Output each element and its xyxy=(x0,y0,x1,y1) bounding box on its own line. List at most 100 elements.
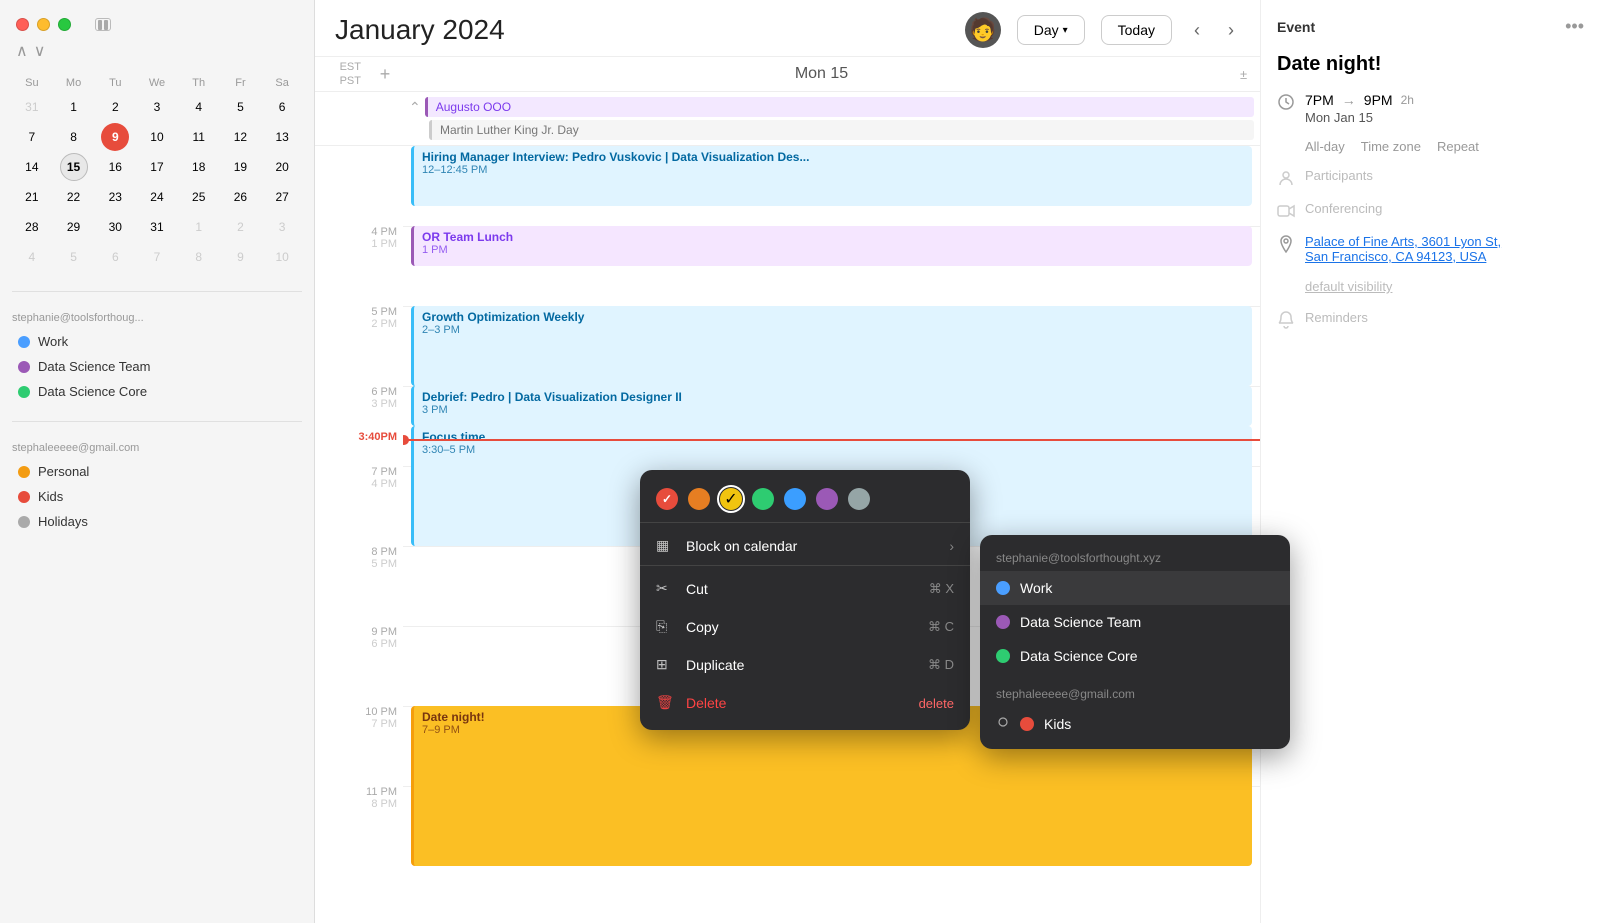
mini-cal-day[interactable]: 13 xyxy=(268,123,296,151)
color-purple[interactable] xyxy=(816,488,838,510)
mini-cal-day[interactable]: 20 xyxy=(268,153,296,181)
ds-core-submenu-label: Data Science Core xyxy=(1020,648,1138,664)
mini-cal-day[interactable]: 6 xyxy=(101,243,129,271)
submenu-kids-item[interactable]: Kids xyxy=(980,707,1290,741)
sidebar-item-holidays[interactable]: Holidays xyxy=(12,510,302,533)
mini-cal-day[interactable]: 3 xyxy=(268,213,296,241)
next-day-button[interactable]: › xyxy=(1222,16,1240,45)
mini-cal-day[interactable]: 1 xyxy=(60,93,88,121)
next-month-button[interactable]: ∨ xyxy=(34,41,46,61)
mini-cal-day[interactable]: 16 xyxy=(101,153,129,181)
mini-cal-day[interactable]: 9 xyxy=(226,243,254,271)
sidebar-item-kids[interactable]: Kids xyxy=(12,485,302,508)
color-gray[interactable] xyxy=(848,488,870,510)
color-orange[interactable] xyxy=(688,488,710,510)
color-green[interactable] xyxy=(752,488,774,510)
delete-item[interactable]: 🗑 Delete delete xyxy=(640,684,970,722)
mini-cal-day[interactable]: 12 xyxy=(226,123,254,151)
mini-cal-day[interactable]: 14 xyxy=(18,153,46,181)
timezone-button[interactable]: Time zone xyxy=(1361,139,1421,154)
mini-cal-day[interactable]: 6 xyxy=(268,93,296,121)
event-panel-label: Event xyxy=(1277,19,1315,35)
mini-cal-day[interactable]: 26 xyxy=(226,183,254,211)
collapse-allday-button[interactable]: ⌃ xyxy=(409,99,421,116)
submenu-ds-team-item[interactable]: Data Science Team xyxy=(980,605,1290,639)
color-blue[interactable] xyxy=(784,488,806,510)
mini-cal-day[interactable]: 31 xyxy=(18,93,46,121)
mini-cal-day[interactable]: 21 xyxy=(18,183,46,211)
mini-cal-day[interactable]: 4 xyxy=(18,243,46,271)
mini-cal-day[interactable]: 23 xyxy=(101,183,129,211)
mini-cal-day[interactable]: 7 xyxy=(18,123,46,151)
color-yellow[interactable]: ✓ xyxy=(720,488,742,510)
cut-item[interactable]: ✂ Cut ⌘ X xyxy=(640,570,970,608)
mini-cal-day[interactable]: 5 xyxy=(60,243,88,271)
mini-cal-day[interactable]: 25 xyxy=(185,183,213,211)
mini-cal-day[interactable]: 24 xyxy=(143,183,171,211)
copy-label: Copy xyxy=(686,619,719,635)
copy-item[interactable]: ⎘ Copy ⌘ C xyxy=(640,608,970,646)
mini-cal-day[interactable]: 2 xyxy=(226,213,254,241)
event-address-2[interactable]: San Francisco, CA 94123, USA xyxy=(1305,249,1501,264)
adjust-icon[interactable]: ± xyxy=(1240,67,1247,82)
mini-cal-day[interactable]: 27 xyxy=(268,183,296,211)
day-header-sa: Sa xyxy=(262,75,302,91)
mini-cal-day[interactable]: 18 xyxy=(185,153,213,181)
event-block[interactable]: Growth Optimization Weekly2–3 PM xyxy=(411,306,1252,386)
sidebar-item-personal[interactable]: Personal xyxy=(12,460,302,483)
close-button[interactable] xyxy=(16,18,29,31)
mini-cal-day-today[interactable]: 9 xyxy=(101,123,129,151)
mini-cal-day[interactable]: 1 xyxy=(185,213,213,241)
allday-toggle[interactable]: All-day xyxy=(1305,139,1345,154)
default-visibility-button[interactable]: default visibility xyxy=(1305,279,1392,294)
mini-cal-day[interactable]: 10 xyxy=(143,123,171,151)
mini-cal-day[interactable]: 30 xyxy=(101,213,129,241)
duplicate-item[interactable]: ⊞ Duplicate ⌘ D xyxy=(640,646,970,684)
avatar[interactable]: 🧑 xyxy=(965,12,1001,48)
sidebar-item-work[interactable]: Work xyxy=(12,330,302,353)
event-block[interactable]: Hiring Manager Interview: Pedro Vuskovic… xyxy=(411,146,1252,206)
mlk-day-event[interactable]: Martin Luther King Jr. Day xyxy=(429,120,1254,140)
event-block[interactable]: Debrief: Pedro | Data Visualization Desi… xyxy=(411,386,1252,426)
sidebar-item-ds-core[interactable]: Data Science Core xyxy=(12,380,302,403)
event-block[interactable]: OR Team Lunch1 PM xyxy=(411,226,1252,266)
repeat-button[interactable]: Repeat xyxy=(1437,139,1479,154)
mini-cal-day-selected[interactable]: 15 xyxy=(60,153,88,181)
block-on-calendar-item[interactable]: ▦ Block on calendar › xyxy=(640,527,970,565)
mini-cal-day[interactable]: 7 xyxy=(143,243,171,271)
mini-cal-day[interactable]: 5 xyxy=(226,93,254,121)
today-button[interactable]: Today xyxy=(1101,15,1172,45)
mini-cal-day[interactable]: 29 xyxy=(60,213,88,241)
submenu-work-item[interactable]: Work xyxy=(980,571,1290,605)
augusto-ooo-event[interactable]: Augusto OOO xyxy=(425,97,1254,117)
mini-cal-day[interactable]: 8 xyxy=(185,243,213,271)
split-view-button[interactable] xyxy=(95,18,111,31)
mini-cal-day[interactable]: 10 xyxy=(268,243,296,271)
sidebar-item-ds-team[interactable]: Data Science Team xyxy=(12,355,302,378)
mini-cal-day[interactable]: 19 xyxy=(226,153,254,181)
add-event-button[interactable]: + xyxy=(380,64,391,85)
traffic-lights xyxy=(0,0,314,41)
mini-cal-day[interactable]: 11 xyxy=(185,123,213,151)
mini-cal-day[interactable]: 22 xyxy=(60,183,88,211)
color-red[interactable] xyxy=(656,488,678,510)
mini-cal-day[interactable]: 4 xyxy=(185,93,213,121)
event-address-1[interactable]: Palace of Fine Arts, 3601 Lyon St, xyxy=(1305,234,1501,249)
day-view-button[interactable]: Day ▾ xyxy=(1017,15,1085,45)
prev-month-button[interactable]: ∧ xyxy=(16,41,28,61)
day-header-mo: Mo xyxy=(54,75,94,91)
ds-core-label: Data Science Core xyxy=(38,384,147,399)
more-options-button[interactable]: ••• xyxy=(1565,16,1584,37)
mini-cal-day[interactable]: 31 xyxy=(143,213,171,241)
mini-cal-day[interactable]: 3 xyxy=(143,93,171,121)
minimize-button[interactable] xyxy=(37,18,50,31)
sidebar: ∧ ∨ Su Mo Tu We Th Fr Sa 31 1 2 3 4 5 6 … xyxy=(0,0,315,923)
mini-cal-day[interactable]: 17 xyxy=(143,153,171,181)
mini-cal-day[interactable]: 8 xyxy=(60,123,88,151)
mini-cal-day[interactable]: 28 xyxy=(18,213,46,241)
mini-cal-day[interactable]: 2 xyxy=(101,93,129,121)
prev-day-button[interactable]: ‹ xyxy=(1188,16,1206,45)
maximize-button[interactable] xyxy=(58,18,71,31)
submenu-email-2: stephaleeeee@gmail.com xyxy=(980,679,1290,707)
submenu-ds-core-item[interactable]: Data Science Core xyxy=(980,639,1290,673)
